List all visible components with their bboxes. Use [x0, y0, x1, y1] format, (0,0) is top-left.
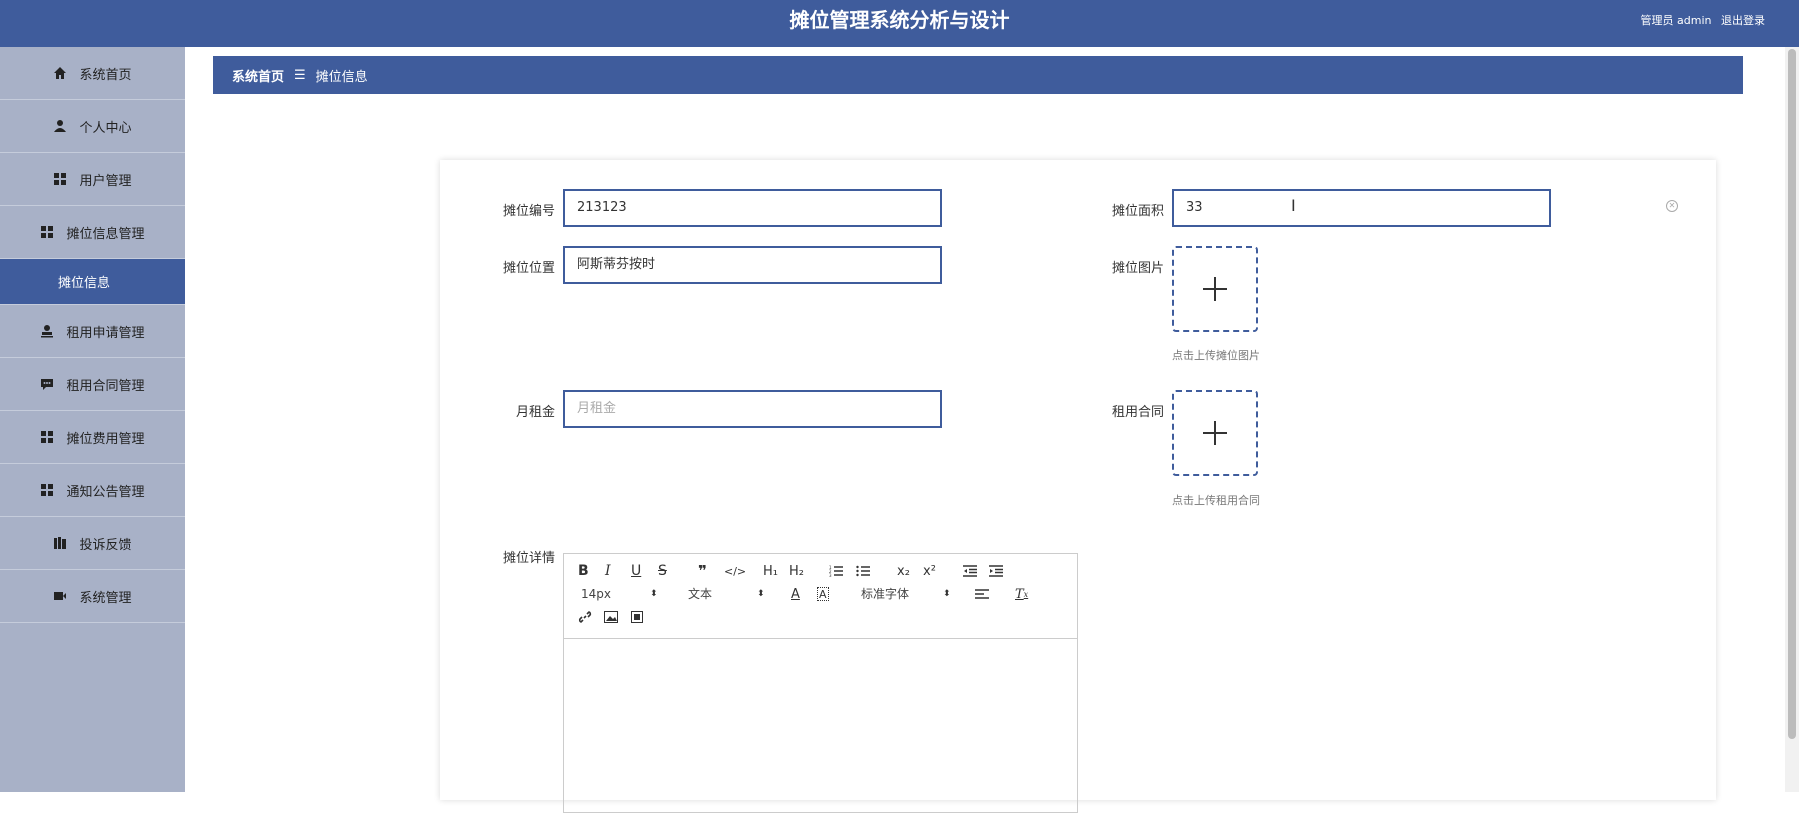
stall-image-upload[interactable] — [1172, 246, 1258, 332]
contract-hint: 点击上传租用合同 — [1172, 494, 1260, 507]
rich-text-editor: B I U S ❞ </> H₁ H₂ 123 x₂ x² 14px ⬍ 文本 … — [563, 553, 1078, 813]
sidebar-item-label: 系统首页 — [79, 67, 132, 83]
logout-link[interactable]: 退出登录 — [1721, 14, 1765, 27]
grid-icon — [40, 430, 54, 444]
bold-icon[interactable]: B — [578, 561, 589, 581]
video-embed-icon[interactable] — [631, 607, 643, 627]
stall-code-input[interactable]: 213123 — [563, 189, 942, 227]
grid-icon — [40, 483, 54, 497]
monthly-rent-input[interactable]: 月租金 — [563, 390, 942, 428]
h2-icon[interactable]: H₂ — [789, 561, 804, 581]
plus-icon — [1203, 421, 1227, 445]
video-icon — [53, 589, 67, 603]
user-label: 管理员 admin — [1640, 14, 1712, 27]
sidebar-item-fees[interactable]: 摊位费用管理 — [0, 411, 185, 464]
indent-icon[interactable] — [989, 561, 1003, 581]
sidebar-item-label: 摊位信息管理 — [66, 226, 145, 242]
sidebar-item-profile[interactable]: 个人中心 — [0, 100, 185, 153]
sidebar-item-contract[interactable]: 租用合同管理 — [0, 358, 185, 411]
breadcrumb: 系统首页 ☰ 摊位信息 — [213, 56, 1743, 94]
chevron-updown-icon: ⬍ — [757, 589, 765, 599]
text-style-select[interactable]: 文本 — [688, 584, 712, 604]
sidebar-item-label: 通知公告管理 — [66, 484, 145, 500]
sidebar-item-users[interactable]: 用户管理 — [0, 153, 185, 206]
stall-area-label: 摊位面积 — [1111, 204, 1164, 219]
chevron-updown-icon: ⬍ — [650, 589, 658, 599]
breadcrumb-separator: ☰ — [294, 67, 306, 83]
sidebar-item-label: 个人中心 — [79, 120, 132, 136]
stall-image-label: 摊位图片 — [1111, 261, 1164, 276]
sidebar-item-rental-apply[interactable]: 租用申请管理 — [0, 305, 185, 358]
sidebar-item-system[interactable]: 系统管理 — [0, 570, 185, 623]
breadcrumb-current: 摊位信息 — [315, 69, 368, 85]
sidebar-item-stall-info-mgmt[interactable]: 摊位信息管理 — [0, 206, 185, 259]
top-header: 摊位管理系统分析与设计 管理员 admin 退出登录 — [0, 0, 1799, 47]
link-icon[interactable] — [578, 607, 592, 627]
app-title: 摊位管理系统分析与设计 — [789, 8, 1010, 32]
bullet-list-icon[interactable] — [856, 561, 870, 581]
sidebar-item-complaints[interactable]: 投诉反馈 — [0, 517, 185, 570]
stamp-icon — [40, 324, 54, 338]
editor-content[interactable] — [564, 639, 1077, 813]
h1-icon[interactable]: H₁ — [763, 561, 778, 581]
code-icon[interactable]: </> — [724, 561, 746, 581]
stall-location-label: 摊位位置 — [502, 261, 555, 276]
quote-icon[interactable]: ❞ — [698, 561, 707, 581]
strike-icon[interactable]: S — [658, 561, 667, 581]
superscript-icon[interactable]: x² — [923, 561, 936, 581]
person-icon — [53, 119, 67, 133]
stall-location-input[interactable]: 阿斯蒂芬按时 — [563, 246, 942, 284]
sidebar-item-label: 租用申请管理 — [66, 325, 145, 341]
stall-area-input[interactable]: 33 — [1172, 189, 1551, 227]
outdent-icon[interactable] — [963, 561, 977, 581]
sidebar-item-label: 用户管理 — [79, 173, 132, 189]
align-icon[interactable] — [975, 584, 989, 604]
sidebar-item-label: 投诉反馈 — [79, 537, 132, 553]
stall-image-hint: 点击上传摊位图片 — [1172, 349, 1260, 362]
editor-toolbar: B I U S ❞ </> H₁ H₂ 123 x₂ x² 14px ⬍ 文本 … — [564, 554, 1077, 639]
sidebar: 系统首页 个人中心 用户管理 摊位信息管理 摊位信息 租用申请管理 租用合同管理 — [0, 47, 185, 792]
stall-detail-label: 摊位详情 — [502, 551, 555, 566]
monthly-rent-label: 月租金 — [515, 405, 555, 420]
contract-label: 租用合同 — [1111, 405, 1164, 420]
chevron-updown-icon: ⬍ — [943, 589, 951, 599]
form-card: 摊位编号 213123 摊位面积 33 ✕ 摊位位置 阿斯蒂芬按时 摊位图片 点… — [440, 160, 1716, 813]
ordered-list-icon[interactable]: 123 — [829, 561, 843, 581]
sidebar-item-label: 系统管理 — [79, 590, 132, 606]
home-icon — [53, 66, 67, 80]
sidebar-item-label: 摊位费用管理 — [66, 431, 145, 447]
font-family-select[interactable]: 标准字体 — [861, 584, 909, 604]
sidebar-subitem-stall-info[interactable]: 摊位信息 — [0, 259, 185, 305]
underline-icon[interactable]: U — [631, 561, 641, 581]
page-scrollbar[interactable] — [1785, 47, 1799, 792]
stall-code-label: 摊位编号 — [502, 204, 555, 219]
sidebar-item-notices[interactable]: 通知公告管理 — [0, 464, 185, 517]
clear-format-icon[interactable]: Tx — [1015, 584, 1028, 604]
user-area: 管理员 admin 退出登录 — [1635, 12, 1765, 28]
subscript-icon[interactable]: x₂ — [897, 561, 910, 581]
clear-icon[interactable]: ✕ — [1666, 200, 1678, 212]
sidebar-item-home[interactable]: 系统首页 — [0, 47, 185, 100]
breadcrumb-home[interactable]: 系统首页 — [232, 66, 284, 85]
grid-icon — [40, 225, 54, 239]
chat-icon — [40, 377, 54, 391]
contract-upload[interactable] — [1172, 390, 1258, 476]
italic-icon[interactable]: I — [605, 561, 611, 581]
grid-icon — [53, 172, 67, 186]
font-size-select[interactable]: 14px — [581, 584, 611, 604]
font-color-icon[interactable]: A — [791, 584, 800, 604]
svg-text:3: 3 — [829, 573, 832, 577]
sidebar-item-label: 摊位信息 — [58, 276, 111, 291]
plus-icon — [1203, 277, 1227, 301]
image-icon[interactable] — [604, 607, 618, 627]
sidebar-item-label: 租用合同管理 — [66, 378, 145, 394]
scrollbar-thumb[interactable] — [1788, 49, 1796, 739]
book-icon — [53, 536, 67, 550]
text-cursor-icon: I — [1291, 196, 1296, 215]
background-color-icon[interactable]: A — [817, 587, 829, 601]
